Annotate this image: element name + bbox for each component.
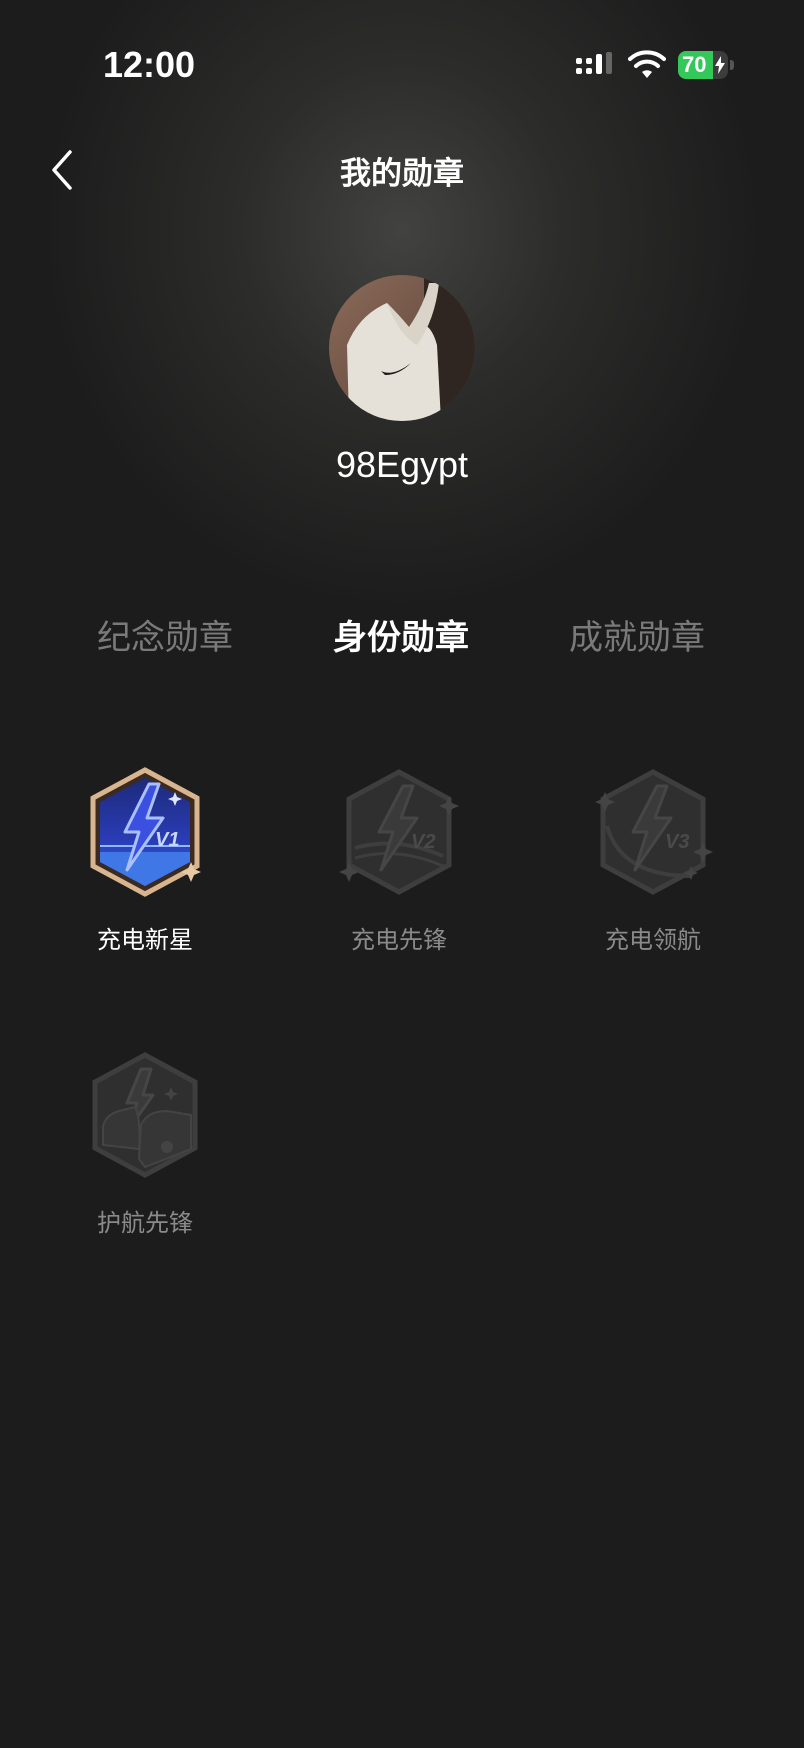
status-bar: 12:00 70	[0, 0, 804, 130]
cellular-signal-icon	[576, 52, 612, 74]
tab-commemorative[interactable]: 纪念勋章	[55, 610, 275, 659]
badge-escort-pioneer[interactable]: 护航先锋	[55, 1049, 235, 1238]
charging-bolt-icon	[715, 56, 725, 74]
charging-pioneer-badge-icon: V2	[339, 769, 459, 895]
wifi-icon	[628, 50, 666, 78]
badge-level-text: V1	[155, 829, 179, 851]
charging-star-badge-icon: V1	[90, 767, 201, 897]
badge-category-tabs: 纪念勋章 身份勋章 成就勋章	[0, 610, 804, 670]
status-time: 12:00	[103, 44, 196, 85]
badge-charging-star[interactable]: V1 充电新星	[55, 766, 235, 955]
badge-label: 护航先锋	[97, 1209, 193, 1237]
battery-cap	[730, 60, 734, 70]
battery-indicator: 70	[678, 51, 734, 79]
badge-charging-pioneer[interactable]: V2 充电先锋	[309, 766, 489, 955]
avatar[interactable]	[329, 275, 475, 421]
badge-label: 充电新星	[97, 926, 193, 954]
badge-level-text: V2	[411, 831, 435, 853]
tab-achievement[interactable]: 成就勋章	[527, 610, 747, 659]
badge-label: 充电领航	[605, 926, 701, 954]
charging-navigator-badge-icon: V3	[595, 769, 713, 895]
tab-identity[interactable]: 身份勋章	[291, 610, 511, 659]
badge-charging-navigator[interactable]: V3 充电领航	[563, 766, 743, 955]
battery-level-text: 70	[682, 52, 707, 77]
avatar-photo	[329, 275, 475, 421]
battery-body: 70	[678, 51, 728, 79]
escort-pioneer-badge-icon	[92, 1052, 198, 1178]
badge-level-text: V3	[665, 831, 689, 853]
badge-label: 充电先锋	[351, 926, 447, 954]
username: 98Egypt	[335, 444, 469, 485]
page-title: 我的勋章	[340, 156, 464, 192]
